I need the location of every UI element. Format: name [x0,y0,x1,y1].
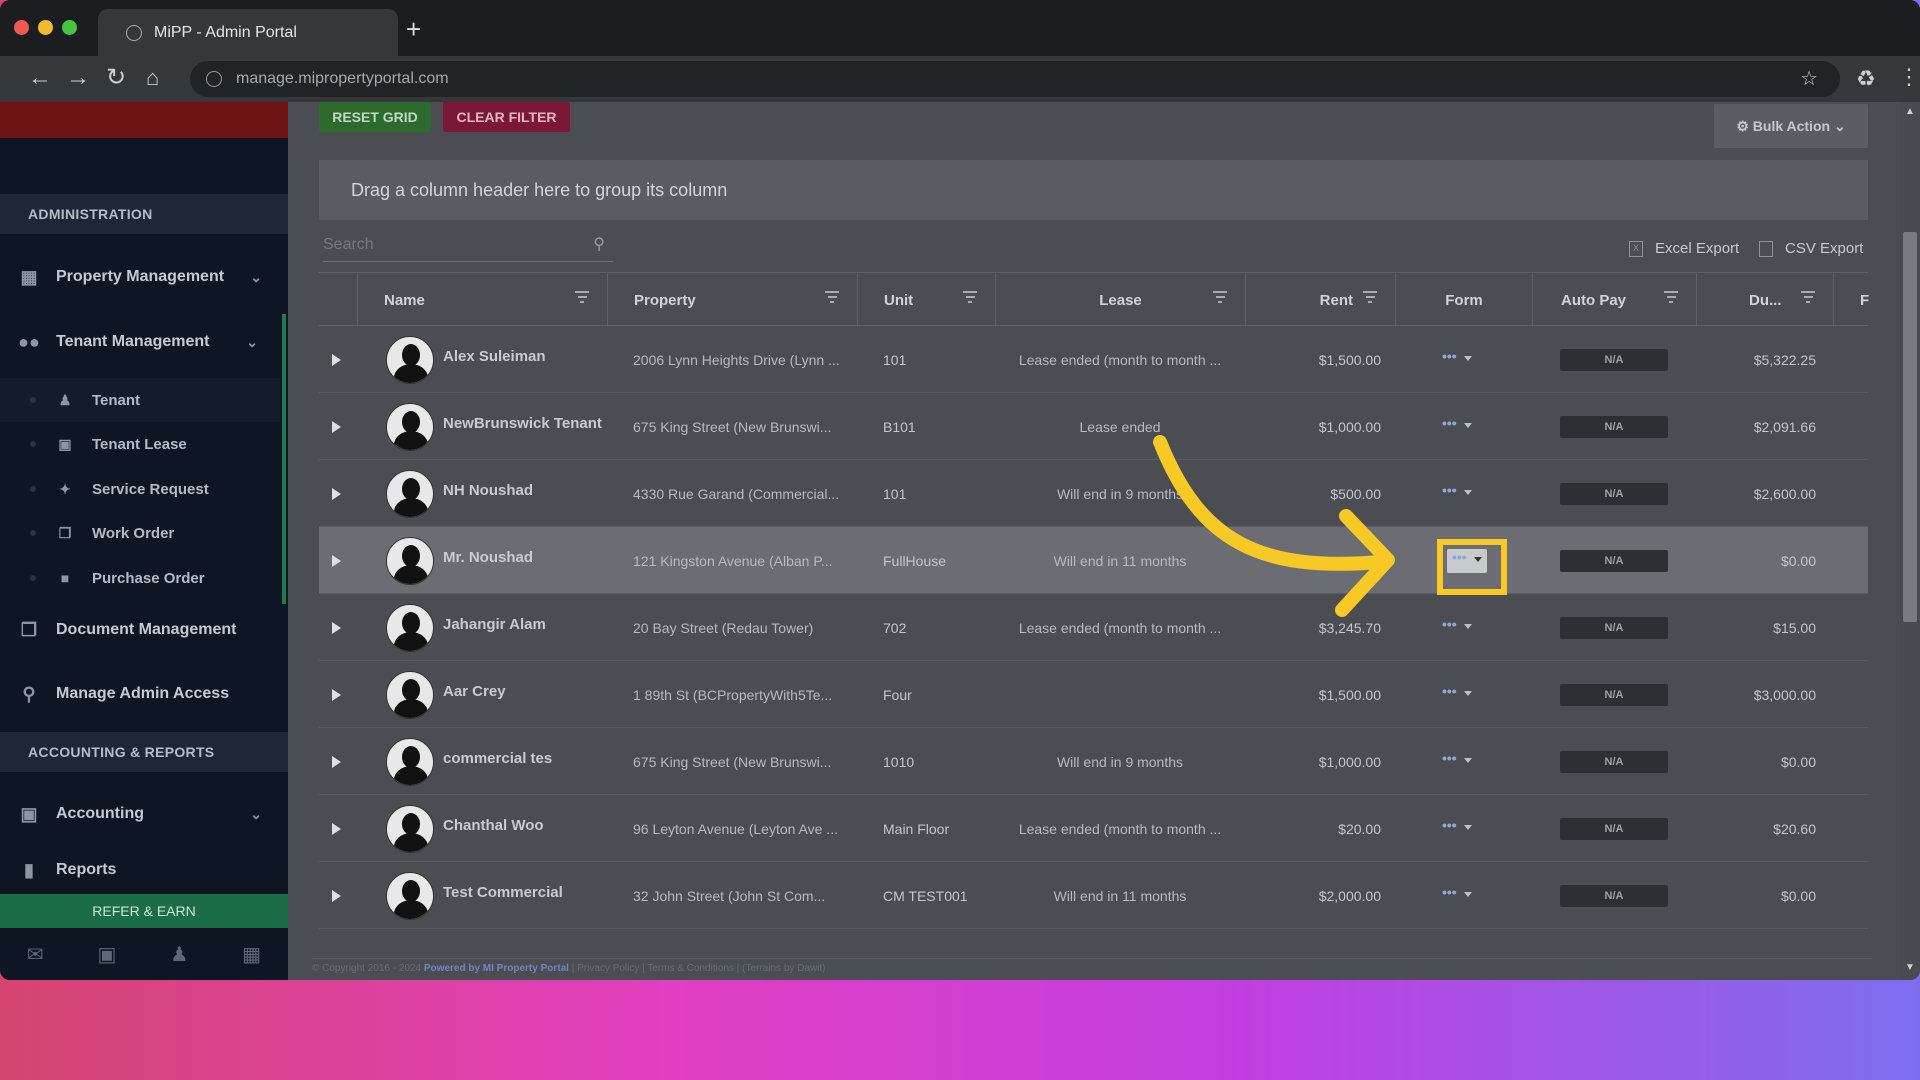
bookmark-star-icon[interactable]: ☆ [1800,66,1818,91]
home-icon[interactable]: ⌂ [146,64,159,92]
close-window-button[interactable] [14,20,29,35]
reload-icon[interactable]: ↻ [106,64,126,92]
minimize-window-button[interactable] [38,20,53,35]
globe-icon [126,24,142,41]
tab-title: MiPP - Admin Portal [154,23,297,41]
browser-window: MiPP - Admin Portal + ← → ↻ ⌂ manage.mip… [0,0,1920,980]
browser-toolbar: ← → ↻ ⌂ manage.mipropertyportal.com ☆ ♻ … [0,56,1920,102]
tab-bar: MiPP - Admin Portal + [0,0,1920,56]
address-bar[interactable]: manage.mipropertyportal.com ☆ [190,61,1840,97]
extensions-puzzle-icon[interactable]: ♻ [1856,66,1876,92]
new-tab-button[interactable]: + [406,16,421,42]
tutorial-arrow-annotation [1153,435,1395,617]
browser-menu-icon[interactable]: ⋮ [1898,64,1920,90]
back-icon[interactable]: ← [28,64,52,92]
browser-tab[interactable]: MiPP - Admin Portal [98,9,398,56]
page-viewport: ADMINISTRATION ▦ Property Management ⌄ ●… [0,102,1920,980]
forward-icon[interactable]: → [66,64,90,92]
site-info-icon[interactable] [206,71,222,87]
url-text: manage.mipropertyportal.com [236,70,449,87]
maximize-window-button[interactable] [62,20,77,35]
